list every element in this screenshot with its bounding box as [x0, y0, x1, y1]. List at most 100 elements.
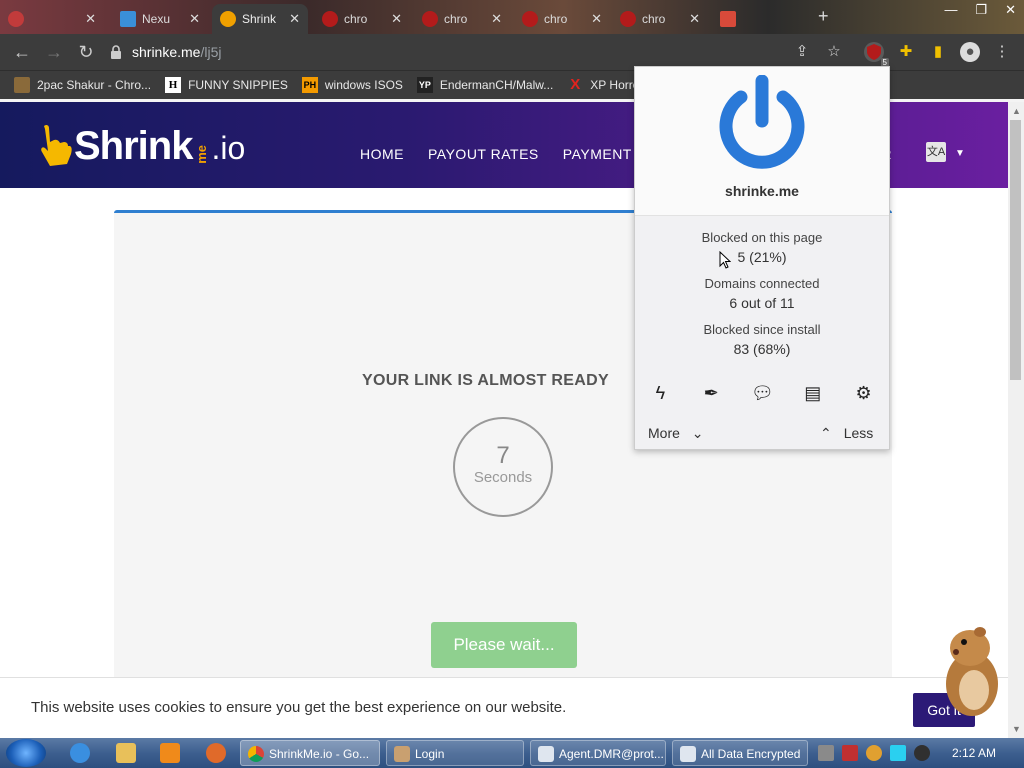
ph-site-icon: PH	[301, 77, 318, 93]
chat-bubble-icon[interactable]: 💬︎	[751, 382, 774, 404]
chevron-down-icon: ⌄	[691, 425, 704, 441]
chevron-up-icon: ⌃	[820, 425, 832, 441]
ublock-favicon-icon	[620, 11, 636, 27]
taskbar-task-login[interactable]: Login	[386, 740, 524, 766]
close-tab-icon[interactable]: ✕	[591, 11, 602, 27]
ublock-favicon-icon	[322, 11, 338, 27]
browser-tab[interactable]: ✕	[0, 4, 104, 34]
blocked-page-label: Blocked on this page	[701, 230, 823, 245]
bookmark-star-icon[interactable]: ☆	[824, 42, 844, 62]
bookmark-label: windows ISOS	[324, 78, 403, 92]
close-tab-icon[interactable]: ✕	[85, 11, 96, 27]
task-label: All Data Encrypted	[701, 747, 801, 761]
side-panel-icon[interactable]: ▮	[928, 42, 948, 62]
close-window-icon[interactable]: ✕	[1005, 2, 1016, 18]
browser-tab[interactable]: chro ✕	[414, 4, 510, 34]
media-player-icon[interactable]	[160, 743, 180, 763]
browser-tab[interactable]: chro ✕	[612, 4, 708, 34]
bookmark-item[interactable]: PH windows ISOS	[301, 77, 403, 93]
logger-list-icon[interactable]: ▤	[802, 382, 824, 404]
tab-favicon-icon	[8, 11, 24, 27]
tray-search-icon[interactable]	[866, 745, 882, 761]
eyedropper-icon[interactable]: ✒	[700, 382, 722, 404]
lock-icon	[111, 45, 121, 59]
tab-favicon-icon	[720, 11, 736, 27]
ublock-favicon-icon	[522, 11, 538, 27]
bookmark-item[interactable]: H FUNNY SNIPPIES	[165, 77, 288, 93]
x-site-icon: X	[570, 76, 581, 93]
nav-home[interactable]: HOME	[360, 146, 404, 162]
folder-icon[interactable]	[116, 743, 136, 763]
browser-tab[interactable]: Nexu ✕	[112, 4, 208, 34]
tab-label: Shrink	[242, 12, 277, 26]
back-arrow-icon[interactable]: ←	[12, 42, 32, 62]
tab-label: Nexu	[142, 12, 171, 26]
start-orb-icon[interactable]	[6, 739, 46, 767]
tab-label: chro	[544, 12, 568, 26]
share-icon[interactable]: ⇪	[792, 42, 812, 62]
app-shortcut-icon[interactable]	[206, 743, 226, 763]
logo-io-text: .io	[211, 130, 246, 166]
lightning-icon[interactable]: ϟ	[649, 382, 671, 404]
bookmark-label: EndermanCH/Malw...	[439, 78, 554, 92]
nav-payout-rates[interactable]: PAYOUT RATES	[428, 146, 539, 162]
forward-arrow-icon[interactable]: →	[44, 42, 64, 62]
browser-tab[interactable]: chro ✕	[314, 4, 410, 34]
bookmark-label: 2pac Shakur - Chro...	[37, 78, 152, 92]
reload-icon[interactable]: ↻	[76, 42, 96, 62]
puzzle-extensions-icon[interactable]: ✚	[896, 42, 916, 62]
menu-kebab-icon[interactable]: ⋮	[992, 42, 1012, 62]
language-translate-icon[interactable]: 文A	[926, 142, 946, 162]
tray-monitor-icon[interactable]	[890, 745, 906, 761]
task-label: Login	[415, 747, 445, 761]
internet-explorer-icon[interactable]	[70, 743, 90, 763]
close-tab-icon[interactable]: ✕	[689, 11, 700, 27]
taskbar-task-agent[interactable]: Agent.DMR@prot...	[530, 740, 666, 766]
power-switch-icon[interactable]	[717, 75, 807, 171]
window-icon	[538, 746, 554, 762]
cookie-text: This website uses cookies to ensure you …	[31, 699, 567, 716]
tab-favicon-icon	[220, 11, 236, 27]
maximize-icon[interactable]: ❐	[975, 2, 987, 18]
close-tab-icon[interactable]: ✕	[391, 11, 402, 27]
tray-app-icon[interactable]	[842, 745, 858, 761]
more-toggle[interactable]: More ⌄	[648, 425, 704, 442]
domains-connected-label: Domains connected	[704, 276, 820, 291]
windows-taskbar: ShrinkMe.io - Go... Login Agent.DMR@prot…	[0, 738, 1024, 768]
close-tab-icon[interactable]: ✕	[189, 11, 200, 27]
please-wait-button[interactable]: Please wait...	[431, 622, 577, 668]
settings-gears-icon[interactable]: ⚙	[853, 382, 875, 404]
logo-text: Shrink	[74, 124, 193, 168]
close-tab-icon[interactable]: ✕	[491, 11, 502, 27]
bookmark-item[interactable]: X XP Horro	[567, 77, 639, 93]
yp-site-icon: YP	[416, 77, 433, 93]
system-clock[interactable]: 2:12 AM	[952, 746, 996, 760]
mouse-cursor-icon	[719, 251, 731, 269]
site-logo[interactable]: Shrink me .io	[34, 122, 245, 168]
caret-down-icon[interactable]: ▼	[955, 148, 965, 159]
scroll-down-arrow-icon[interactable]: ▼	[1012, 724, 1021, 734]
minimize-icon[interactable]: —	[944, 2, 957, 18]
browser-tab[interactable]: chro ✕	[514, 4, 610, 34]
new-tab-button[interactable]: +	[818, 6, 829, 27]
profile-avatar-icon[interactable]: ●	[960, 42, 980, 62]
scroll-up-arrow-icon[interactable]: ▲	[1012, 106, 1021, 116]
taskbar-task-chrome[interactable]: ShrinkMe.io - Go...	[240, 740, 380, 766]
bookmark-item[interactable]: YP EndermanCH/Malw...	[416, 77, 554, 93]
tray-volume-icon[interactable]	[914, 745, 930, 761]
ublock-popup: shrinke.me Blocked on this page 5 (21%) …	[634, 66, 890, 450]
tray-app-icon[interactable]	[818, 745, 834, 761]
browser-tab-active[interactable]: Shrink ✕	[212, 4, 308, 34]
ublock-extension-icon[interactable]: 5	[864, 42, 889, 68]
scrollbar-thumb[interactable]	[1010, 120, 1021, 380]
folder-icon	[14, 77, 30, 93]
browser-tab[interactable]	[712, 4, 752, 34]
taskbar-task-encrypted[interactable]: All Data Encrypted	[672, 740, 808, 766]
tab-label: chro	[642, 12, 666, 26]
address-bar[interactable]: shrinke.me/lj5j	[110, 39, 850, 65]
popup-header: shrinke.me	[635, 67, 889, 216]
url-path: /lj5j	[200, 44, 222, 60]
close-tab-icon[interactable]: ✕	[289, 11, 300, 27]
bookmark-item[interactable]: 2pac Shakur - Chro...	[14, 77, 151, 93]
less-toggle[interactable]: ⌃ Less	[820, 425, 873, 442]
